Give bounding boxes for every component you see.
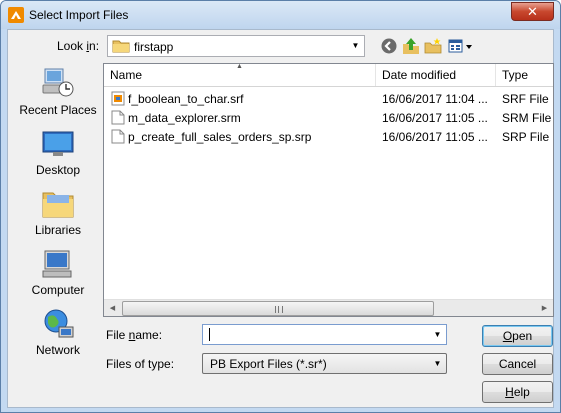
horizontal-scrollbar[interactable]: ◀ ▶	[104, 299, 553, 316]
place-label: Desktop	[35, 163, 81, 177]
new-folder-icon[interactable]	[424, 37, 442, 55]
place-network[interactable]: Network	[12, 303, 104, 361]
window-title: Select Import Files	[29, 8, 129, 22]
look-in-combo[interactable]: firstapp ▼	[107, 35, 365, 57]
file-name-label: File name:	[106, 328, 163, 342]
chevron-down-icon[interactable]: ▼	[347, 36, 364, 56]
recent-places-icon	[42, 68, 74, 97]
file-name-input[interactable]: ▼	[202, 324, 447, 345]
place-recent-places[interactable]: Recent Places	[12, 63, 104, 121]
title-bar[interactable]: Select Import Files ✕	[1, 1, 560, 29]
file-row[interactable]: f_boolean_to_char.srf 16/06/2017 11:04 .…	[104, 89, 553, 108]
cancel-button[interactable]: Cancel	[482, 353, 553, 375]
desktop-icon	[42, 131, 74, 156]
file-name: p_create_full_sales_orders_sp.srp	[128, 130, 312, 144]
file-type: SRP File	[502, 130, 550, 144]
srp-file-icon	[111, 129, 125, 144]
chevron-down-icon: ▼	[433, 359, 442, 368]
file-name: f_boolean_to_char.srf	[128, 92, 244, 106]
place-libraries[interactable]: Libraries	[12, 183, 104, 241]
look-in-label: Look in:	[57, 39, 100, 53]
place-computer[interactable]: Computer	[12, 243, 104, 301]
scrollbar-thumb[interactable]	[122, 301, 434, 316]
view-menu-icon[interactable]	[448, 37, 474, 55]
file-list-header: Name ▲ Date modified Type	[104, 63, 553, 87]
place-label: Libraries	[34, 223, 82, 237]
chevron-down-icon[interactable]: ▼	[429, 325, 446, 344]
file-date: 16/06/2017 11:05 ...	[382, 111, 488, 125]
network-icon	[44, 309, 74, 338]
column-header-date[interactable]: Date modified	[376, 64, 496, 86]
file-date: 16/06/2017 11:04 ...	[382, 92, 488, 106]
files-of-type-label: Files of type:	[106, 357, 175, 371]
text-caret	[209, 328, 210, 341]
back-icon[interactable]	[380, 37, 398, 55]
file-row[interactable]: m_data_explorer.srm 16/06/2017 11:05 ...…	[104, 108, 553, 127]
up-folder-icon[interactable]	[402, 37, 420, 55]
help-button[interactable]: Help	[482, 381, 553, 403]
close-icon: ✕	[527, 4, 538, 19]
files-of-type-value: PB Export Files (*.sr*)	[210, 357, 327, 371]
srf-file-icon	[111, 91, 125, 106]
place-label: Computer	[31, 283, 85, 297]
srm-file-icon	[111, 110, 125, 125]
column-header-type[interactable]: Type	[496, 64, 553, 86]
computer-icon	[42, 250, 72, 278]
files-of-type-select[interactable]: PB Export Files (*.sr*) ▼	[202, 353, 447, 374]
grip-icon	[275, 306, 283, 313]
scroll-right-icon[interactable]: ▶	[536, 300, 553, 317]
file-list[interactable]: Name ▲ Date modified Type f_boolean_to_c…	[103, 63, 554, 317]
close-button[interactable]: ✕	[511, 2, 554, 21]
dialog-body: Look in: firstapp ▼ Recent Places Deskto…	[7, 29, 554, 408]
file-name: m_data_explorer.srm	[128, 111, 241, 125]
column-header-name[interactable]: Name ▲	[104, 63, 376, 86]
sort-ascending-icon: ▲	[236, 63, 243, 70]
place-label: Recent Places	[19, 103, 97, 117]
file-type: SRF File	[502, 92, 549, 106]
places-bar: Recent Places Desktop Libraries Computer…	[12, 63, 104, 403]
folder-icon	[112, 40, 130, 53]
place-desktop[interactable]: Desktop	[12, 123, 104, 181]
place-label: Network	[35, 343, 80, 357]
look-in-value: firstapp	[134, 40, 174, 54]
open-button[interactable]: Open	[482, 325, 553, 347]
scroll-left-icon[interactable]: ◀	[104, 300, 121, 317]
file-type: SRM File	[502, 111, 552, 125]
libraries-icon	[42, 192, 74, 218]
file-row[interactable]: p_create_full_sales_orders_sp.srp 16/06/…	[104, 127, 553, 146]
file-date: 16/06/2017 11:05 ...	[382, 130, 488, 144]
select-import-files-dialog: Select Import Files ✕ Look in: firstapp …	[0, 0, 561, 413]
app-icon	[8, 7, 24, 23]
